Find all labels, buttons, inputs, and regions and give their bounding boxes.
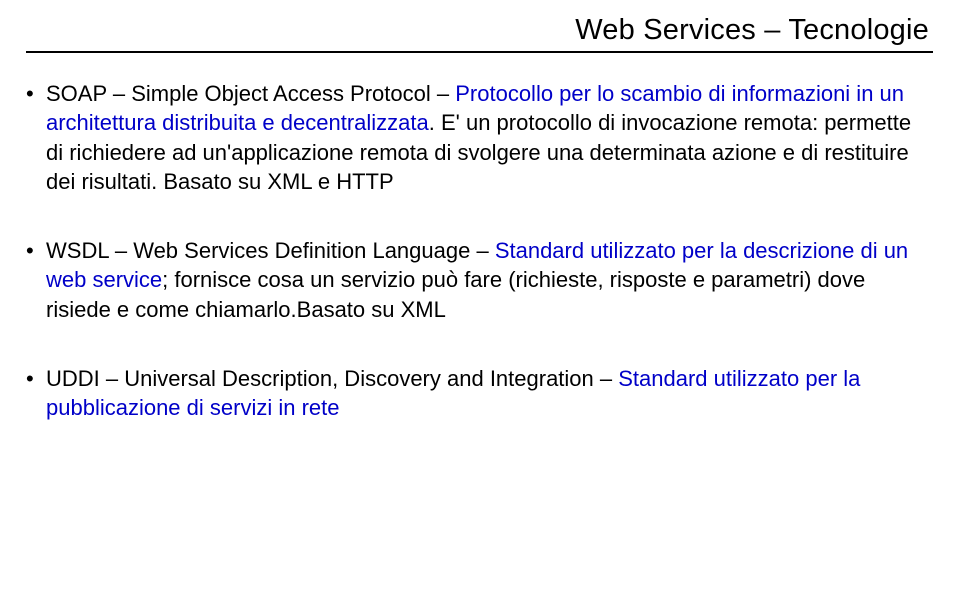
slide: Web Services – Tecnologie SOAP – Simple …: [0, 0, 959, 601]
list-item-rest: ; fornisce cosa un servizio può fare (ri…: [46, 267, 865, 321]
list-item: SOAP – Simple Object Access Protocol – P…: [26, 79, 933, 196]
list-item-lead: UDDI – Universal Description, Discovery …: [46, 366, 618, 391]
list-item-lead: WSDL – Web Services Definition Language …: [46, 238, 495, 263]
divider: [26, 51, 933, 53]
slide-title: Web Services – Tecnologie: [26, 14, 933, 47]
list-item: UDDI – Universal Description, Discovery …: [26, 364, 933, 423]
bullet-list: SOAP – Simple Object Access Protocol – P…: [26, 79, 933, 422]
list-item-lead: SOAP – Simple Object Access Protocol –: [46, 81, 455, 106]
list-item: WSDL – Web Services Definition Language …: [26, 236, 933, 324]
